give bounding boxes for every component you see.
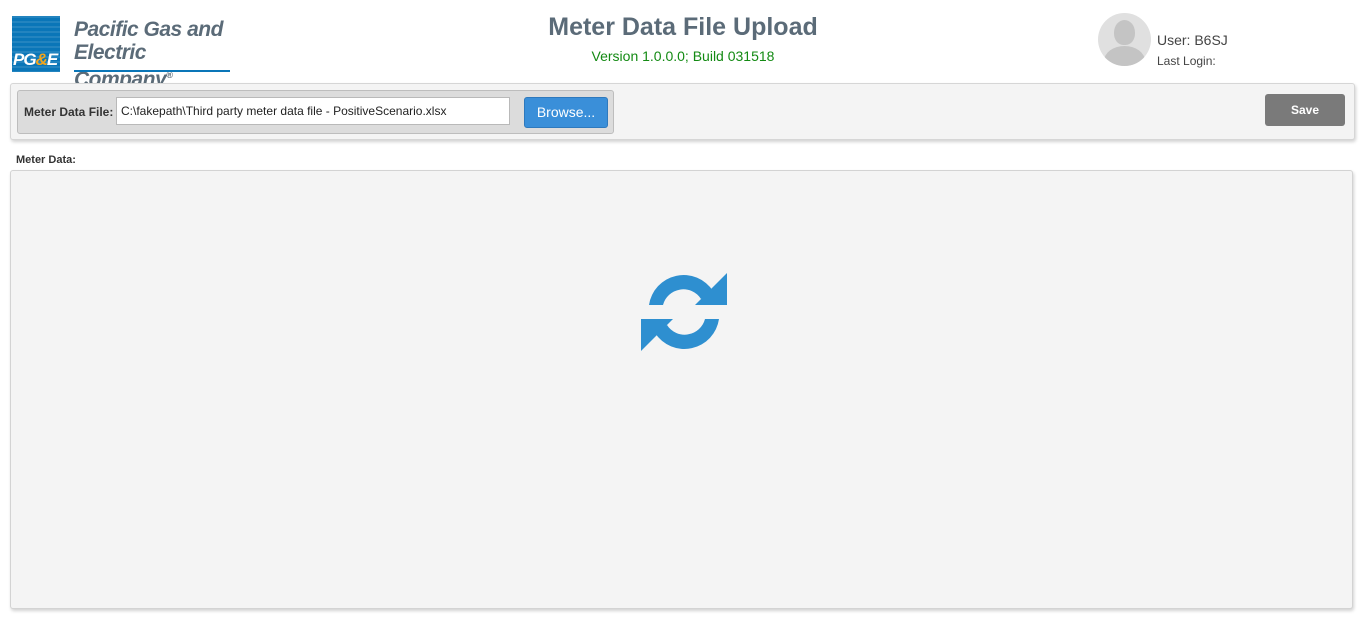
pge-logo: PG&E Pacific Gas and Electric Company® [12, 16, 242, 91]
user-name: User: B6SJ [1157, 32, 1228, 48]
toolbar: Meter Data File: Browse... Save [10, 83, 1355, 140]
company-name: Pacific Gas and Electric Company® [74, 18, 242, 91]
header: PG&E Pacific Gas and Electric Company® M… [0, 0, 1366, 91]
browse-button[interactable]: Browse... [524, 97, 608, 128]
file-picker-group: Meter Data File: Browse... [17, 90, 614, 134]
pge-logo-mark: PG&E [12, 16, 60, 72]
avatar[interactable] [1098, 13, 1151, 66]
page-title: Meter Data File Upload [548, 13, 818, 41]
meter-data-panel [10, 170, 1353, 609]
refresh-icon [641, 273, 727, 351]
version-text: Version 1.0.0.0; Build 031518 [591, 48, 775, 64]
meter-data-label: Meter Data: [16, 154, 76, 166]
logo-underline [74, 70, 230, 72]
avatar-body [1104, 46, 1145, 66]
user-info: User: B6SJ Last Login: [1098, 13, 1298, 68]
meter-data-upload-page: PG&E Pacific Gas and Electric Company® M… [0, 0, 1366, 623]
avatar-head [1114, 20, 1135, 45]
save-button[interactable]: Save [1265, 94, 1345, 126]
meter-data-file-input[interactable] [116, 97, 510, 125]
last-login: Last Login: [1157, 54, 1216, 68]
title-block: Meter Data File Upload Version 1.0.0.0; … [483, 10, 883, 64]
company-name-line1: Pacific Gas and [74, 18, 223, 41]
meter-data-file-label: Meter Data File: [24, 105, 114, 119]
